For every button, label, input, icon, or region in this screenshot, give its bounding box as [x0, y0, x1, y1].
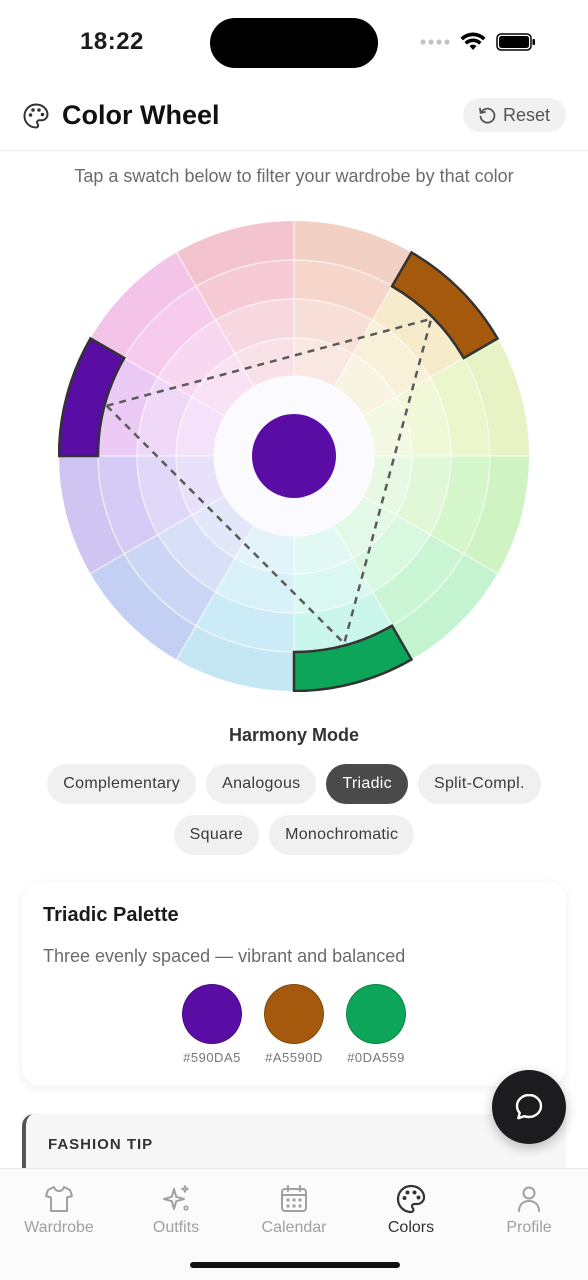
selected-color-center[interactable]	[252, 414, 336, 498]
tab-label: Outfits	[152, 1219, 200, 1236]
chat-button[interactable]	[492, 1070, 566, 1144]
harmony-mode-label: Harmony Mode	[228, 725, 360, 745]
status-time: 18:22	[80, 28, 144, 55]
palette-swatches: #590DA5 #A5590D #0DA559	[22, 984, 566, 1065]
harmony-chip-square[interactable]: Square	[173, 815, 260, 855]
page-title: Color Wheel	[62, 100, 220, 130]
harmony-modes-row-1: Complementary Analogous Triadic Split-Co…	[0, 764, 588, 804]
wifi-icon	[460, 32, 486, 50]
palette-icon	[396, 1184, 426, 1214]
tab-label: Wardrobe	[24, 1219, 94, 1236]
reset-label: Reset	[502, 104, 550, 125]
harmony-modes-row-2: Square Monochromatic	[0, 815, 588, 855]
person-icon	[518, 1186, 540, 1212]
color-swatch[interactable]	[346, 984, 406, 1044]
reset-button[interactable]: Reset	[462, 98, 566, 132]
harmony-chip-triadic[interactable]: Triadic	[326, 764, 408, 804]
tab-calendar[interactable]: Calendar	[235, 1183, 353, 1237]
color-swatch[interactable]	[264, 984, 324, 1044]
chat-bubble-icon	[515, 1093, 543, 1120]
swatch-hex: #A5590D	[265, 1050, 323, 1065]
app-header: Color Wheel Reset	[0, 88, 588, 151]
palette-title: Triadic Palette	[43, 904, 179, 926]
tab-label: Calendar	[261, 1219, 327, 1236]
shirt-icon	[45, 1186, 73, 1212]
harmony-chip-monochromatic[interactable]: Monochromatic	[269, 815, 415, 855]
instruction-text: Tap a swatch below to filter your wardro…	[74, 166, 514, 186]
status-icons	[420, 32, 536, 52]
tab-wardrobe[interactable]: Wardrobe	[0, 1183, 118, 1237]
tab-profile[interactable]: Profile	[470, 1183, 588, 1237]
battery-icon	[496, 33, 535, 51]
swatch-item[interactable]: #A5590D	[263, 984, 325, 1065]
color-wheel[interactable]	[58, 220, 530, 692]
swatch-hex: #0DA559	[347, 1050, 405, 1065]
swatch-item[interactable]: #590DA5	[181, 984, 243, 1065]
fashion-tip-label: FASHION TIP	[48, 1136, 154, 1153]
calendar-icon	[281, 1185, 307, 1212]
status-bar: 18:22	[0, 0, 588, 88]
tab-outfits[interactable]: Outfits	[117, 1183, 235, 1237]
tab-label: Profile	[506, 1219, 552, 1236]
dynamic-island	[210, 18, 378, 68]
reset-icon	[479, 107, 496, 124]
swatch-item[interactable]: #0DA559	[345, 984, 407, 1065]
color-swatch[interactable]	[182, 984, 242, 1044]
harmony-chip-split-complementary[interactable]: Split-Compl.	[417, 764, 541, 804]
tab-colors[interactable]: Colors	[352, 1183, 470, 1237]
cellular-signal-icon	[420, 39, 450, 45]
home-indicator	[190, 1262, 400, 1268]
harmony-chip-complementary[interactable]: Complementary	[47, 764, 197, 804]
swatch-hex: #590DA5	[183, 1050, 241, 1065]
palette-description: Three evenly spaced — vibrant and balanc…	[43, 946, 406, 966]
palette-card: Triadic Palette Three evenly spaced — vi…	[22, 882, 566, 1086]
tab-label: Colors	[387, 1219, 435, 1236]
sparkles-icon	[163, 1185, 189, 1211]
palette-icon	[23, 103, 49, 129]
harmony-chip-analogous[interactable]: Analogous	[206, 764, 317, 804]
